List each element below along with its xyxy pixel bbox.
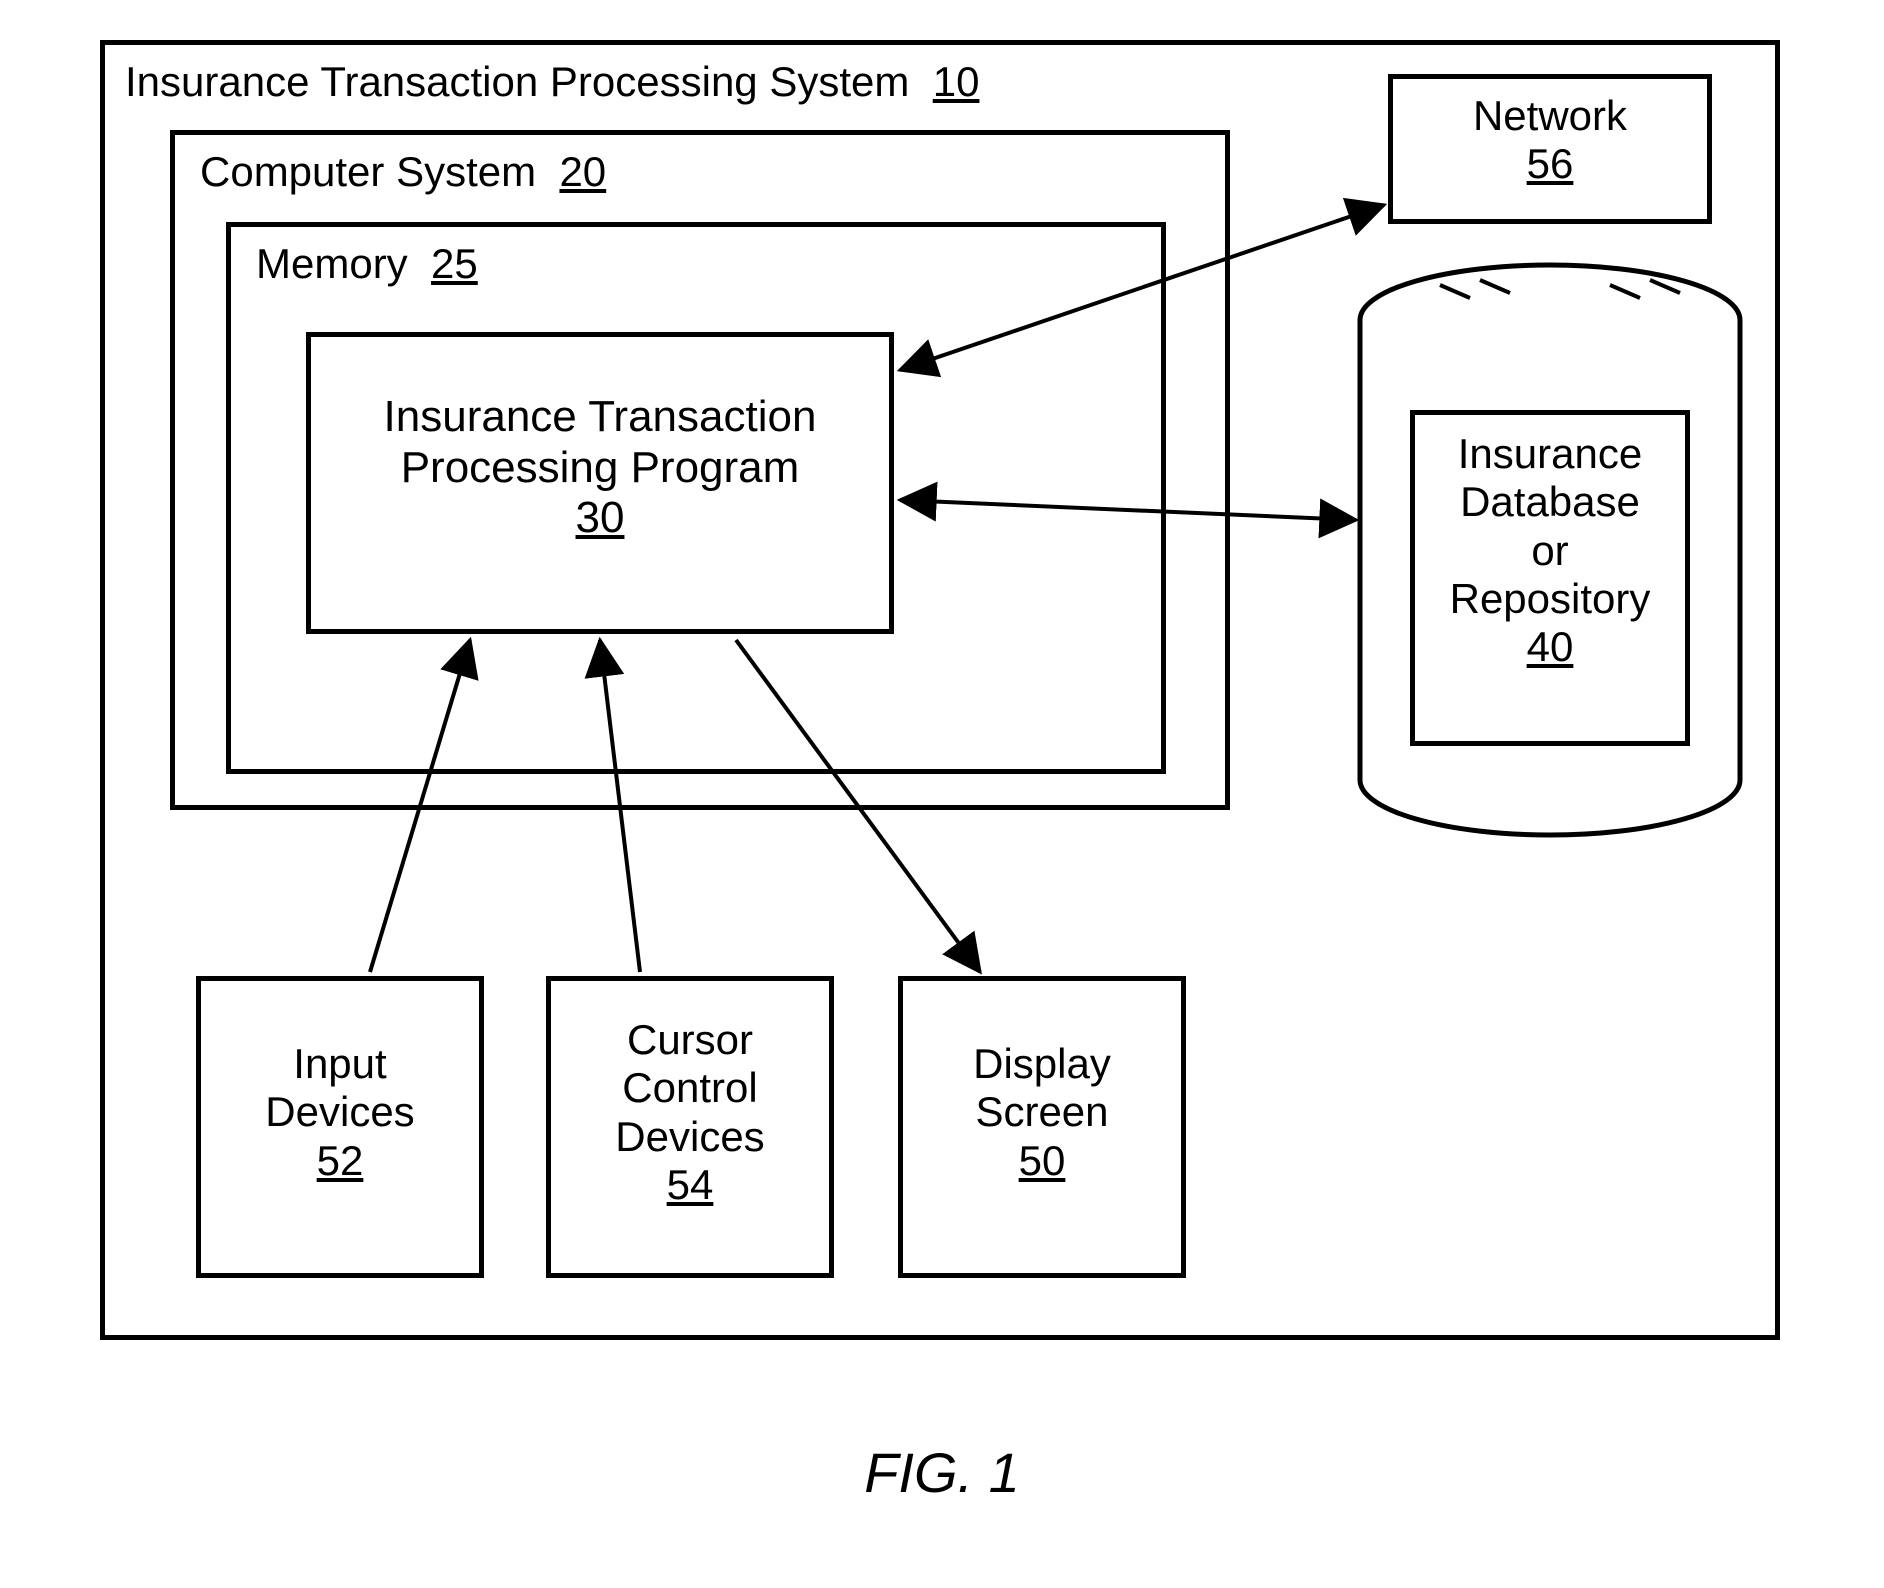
input-devices-ref: 52 (317, 1137, 364, 1184)
program-title-line2: Processing Program (401, 443, 800, 492)
cursor-control-label: Cursor Control Devices 54 (546, 1016, 834, 1209)
display-title-line1: Display (973, 1040, 1111, 1087)
figure-caption: FIG. 1 (0, 1440, 1884, 1505)
database-label: Insurance Database or Repository 40 (1410, 430, 1690, 671)
cursor-control-ref: 54 (667, 1161, 714, 1208)
database-title-line3: or (1531, 527, 1568, 574)
computer-system-ref: 20 (559, 148, 606, 195)
system-title: Insurance Transaction Processing System … (125, 58, 979, 106)
network-label: Network 56 (1388, 92, 1712, 189)
memory-title: Memory 25 (256, 240, 478, 288)
memory-ref: 25 (431, 240, 478, 287)
display-title-line2: Screen (975, 1088, 1108, 1135)
network-ref: 56 (1527, 140, 1574, 187)
input-devices-title-line1: Input (293, 1040, 386, 1087)
input-devices-label: Input Devices 52 (196, 1040, 484, 1185)
cursor-control-title-line3: Devices (615, 1113, 764, 1160)
database-title-line4: Repository (1450, 575, 1651, 622)
cursor-control-title-line2: Control (622, 1064, 757, 1111)
display-ref: 50 (1019, 1137, 1066, 1184)
database-title-line2: Database (1460, 478, 1640, 525)
computer-system-title-text: Computer System (200, 148, 536, 195)
program-label: Insurance Transaction Processing Program… (306, 392, 894, 544)
cursor-control-title-line1: Cursor (627, 1016, 753, 1063)
system-ref: 10 (933, 58, 980, 105)
database-ref: 40 (1527, 623, 1574, 670)
display-screen-label: Display Screen 50 (898, 1040, 1186, 1185)
system-title-text: Insurance Transaction Processing System (125, 58, 909, 105)
diagram-canvas: Insurance Transaction Processing System … (0, 0, 1884, 1588)
memory-title-text: Memory (256, 240, 408, 287)
program-title-line1: Insurance Transaction (384, 392, 817, 441)
database-title-line1: Insurance (1458, 430, 1642, 477)
input-devices-title-line2: Devices (265, 1088, 414, 1135)
program-ref: 30 (576, 493, 625, 542)
network-title: Network (1473, 92, 1627, 139)
computer-system-title: Computer System 20 (200, 148, 606, 196)
